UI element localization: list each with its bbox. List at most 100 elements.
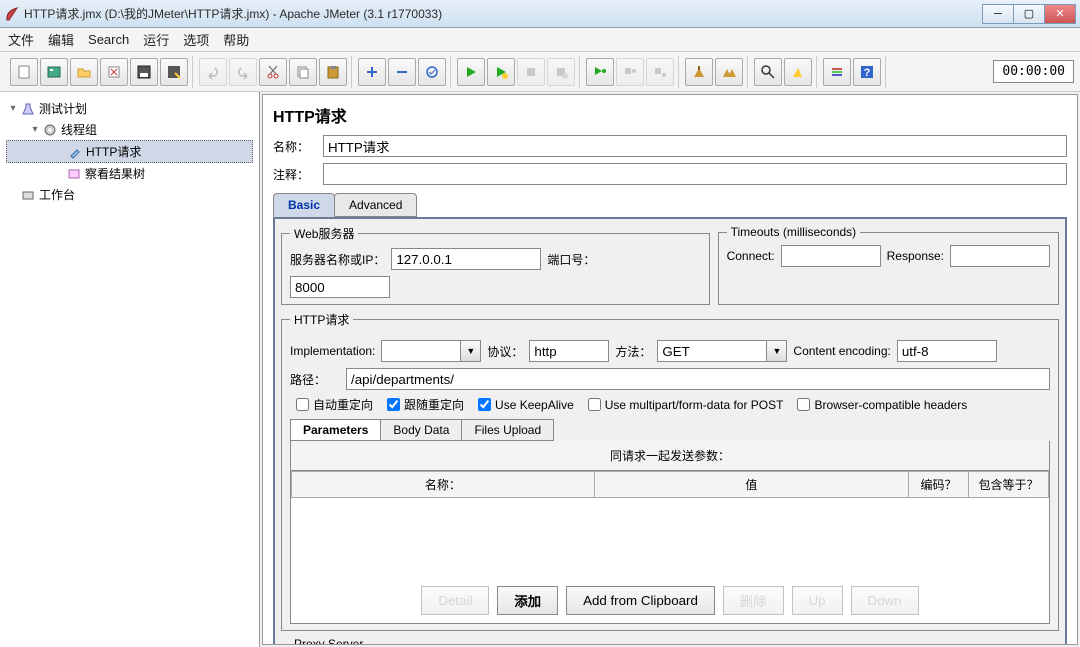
remote-start-icon[interactable] — [586, 58, 614, 86]
tree-test-plan[interactable]: ▾ 测试计划 — [6, 98, 253, 119]
results-icon — [66, 166, 82, 182]
auto-redirect-check[interactable]: 自动重定向 — [296, 396, 373, 413]
comment-label: 注释： — [273, 166, 323, 183]
expand-icon[interactable] — [358, 58, 386, 86]
toolbar: ? 00:00:00 — [0, 52, 1080, 92]
redo-icon[interactable] — [229, 58, 257, 86]
clipboard-button[interactable]: Add from Clipboard — [566, 586, 715, 615]
reset-search-icon[interactable] — [784, 58, 812, 86]
tree-toggle-icon[interactable]: ▾ — [30, 124, 40, 135]
follow-redirect-check[interactable]: 跟随重定向 — [387, 396, 464, 413]
menu-file[interactable]: 文件 — [8, 30, 34, 49]
menu-help[interactable]: 帮助 — [223, 30, 249, 49]
detail-button[interactable]: Detail — [421, 586, 489, 615]
connect-input[interactable] — [781, 245, 881, 267]
tree-thread-group[interactable]: ▾ 线程组 — [6, 119, 253, 140]
method-label: 方法： — [615, 343, 651, 360]
method-combo[interactable]: ▼ — [657, 340, 787, 362]
impl-combo[interactable]: ▼ — [381, 340, 481, 362]
col-equals: 包含等于？ — [969, 472, 1049, 498]
chevron-down-icon[interactable]: ▼ — [461, 340, 481, 362]
comment-input[interactable] — [323, 163, 1067, 185]
col-name: 名称： — [292, 472, 595, 498]
tree-view-results[interactable]: 察看结果树 — [6, 163, 253, 184]
shutdown-icon[interactable] — [547, 58, 575, 86]
menu-run[interactable]: 运行 — [143, 30, 169, 49]
close-file-icon[interactable] — [100, 58, 128, 86]
clear-all-icon[interactable] — [715, 58, 743, 86]
undo-icon[interactable] — [199, 58, 227, 86]
menu-search[interactable]: Search — [88, 32, 129, 47]
paste-icon[interactable] — [319, 58, 347, 86]
maximize-button[interactable]: ▢ — [1013, 4, 1045, 24]
toggle-icon[interactable] — [418, 58, 446, 86]
params-empty-area[interactable] — [291, 498, 1049, 578]
protocol-input[interactable] — [529, 340, 609, 362]
webserver-group: Web服务器 服务器名称或IP： 端口号： — [281, 225, 710, 305]
encoding-input[interactable] — [897, 340, 997, 362]
tree-label: 线程组 — [61, 121, 97, 138]
remote-shutdown-icon[interactable] — [646, 58, 674, 86]
save-icon[interactable] — [130, 58, 158, 86]
delete-button[interactable]: 删除 — [723, 586, 784, 615]
chevron-down-icon[interactable]: ▼ — [767, 340, 787, 362]
timeouts-group: Timeouts (milliseconds) Connect: Respons… — [718, 225, 1059, 305]
workbench-icon — [20, 187, 36, 203]
search-tree-icon[interactable] — [754, 58, 782, 86]
tree-label: HTTP请求 — [86, 143, 141, 160]
remote-stop-icon[interactable] — [616, 58, 644, 86]
proxy-group: Proxy Server 服务器名称或IP： 端口号： 用户名 密码 — [281, 637, 1059, 645]
name-label: 名称： — [273, 138, 323, 155]
collapse-icon[interactable] — [388, 58, 416, 86]
cut-icon[interactable] — [259, 58, 287, 86]
menu-options[interactable]: 选项 — [183, 30, 209, 49]
name-input[interactable] — [323, 135, 1067, 157]
stop-icon[interactable] — [517, 58, 545, 86]
copy-icon[interactable] — [289, 58, 317, 86]
close-button[interactable]: ✕ — [1044, 4, 1076, 24]
app-icon — [4, 6, 20, 22]
tree-toggle-icon[interactable]: ▾ — [8, 103, 18, 114]
response-input[interactable] — [950, 245, 1050, 267]
minimize-button[interactable]: ─ — [982, 4, 1014, 24]
keepalive-check[interactable]: Use KeepAlive — [478, 398, 574, 412]
start-icon[interactable] — [457, 58, 485, 86]
open-icon[interactable] — [70, 58, 98, 86]
subtab-files[interactable]: Files Upload — [461, 419, 554, 441]
tab-basic[interactable]: Basic — [273, 193, 335, 217]
subtab-body[interactable]: Body Data — [380, 419, 462, 441]
subtab-parameters[interactable]: Parameters — [290, 419, 381, 441]
port-input[interactable] — [290, 276, 390, 298]
response-label: Response: — [887, 249, 944, 263]
multipart-check[interactable]: Use multipart/form-data for POST — [588, 398, 784, 412]
path-label: 路径： — [290, 371, 340, 388]
new-icon[interactable] — [10, 58, 38, 86]
tree-http-request[interactable]: HTTP请求 — [6, 140, 253, 163]
down-button[interactable]: Down — [851, 586, 919, 615]
col-value: 值 — [594, 472, 908, 498]
browser-compat-check[interactable]: Browser-compatible headers — [797, 398, 967, 412]
tree-panel: ▾ 测试计划 ▾ 线程组 HTTP请求 察看结果树 工作台 — [0, 92, 260, 647]
clear-icon[interactable] — [685, 58, 713, 86]
save-as-icon[interactable] — [160, 58, 188, 86]
menu-edit[interactable]: 编辑 — [48, 30, 74, 49]
function-helper-icon[interactable] — [823, 58, 851, 86]
tab-advanced[interactable]: Advanced — [334, 193, 417, 217]
svg-text:?: ? — [864, 67, 871, 79]
col-encode: 编码？ — [909, 472, 969, 498]
start-no-timers-icon[interactable] — [487, 58, 515, 86]
help-icon[interactable]: ? — [853, 58, 881, 86]
menubar: 文件 编辑 Search 运行 选项 帮助 — [0, 28, 1080, 52]
params-title: 同请求一起发送参数： — [291, 441, 1049, 471]
path-input[interactable] — [346, 368, 1050, 390]
impl-label: Implementation: — [290, 344, 375, 358]
templates-icon[interactable] — [40, 58, 68, 86]
tree-label: 察看结果树 — [85, 165, 145, 182]
tree-label: 工作台 — [39, 186, 75, 203]
protocol-label: 协议： — [487, 343, 523, 360]
server-input[interactable] — [391, 248, 541, 270]
add-button[interactable]: 添加 — [497, 586, 558, 615]
encoding-label: Content encoding: — [793, 344, 890, 358]
up-button[interactable]: Up — [792, 586, 843, 615]
tree-workbench[interactable]: 工作台 — [6, 184, 253, 205]
